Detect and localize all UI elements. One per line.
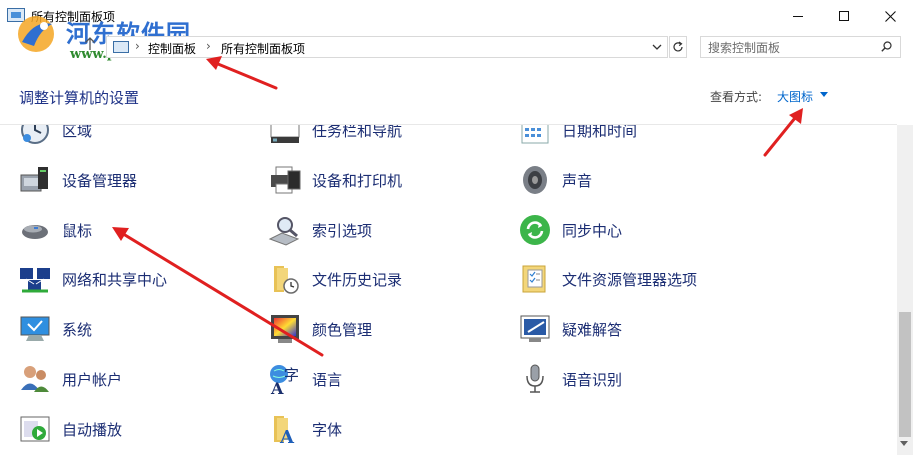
close-button[interactable]	[867, 0, 913, 32]
search-box[interactable]	[700, 36, 901, 58]
search-input[interactable]	[701, 38, 871, 58]
scrollbar-thumb[interactable]	[899, 312, 911, 437]
system-icon	[20, 316, 50, 341]
item-troubleshooting[interactable]: 疑难解答	[518, 309, 622, 349]
item-date-time[interactable]: 日期和时间	[518, 125, 637, 150]
item-color-management[interactable]: 颜色管理	[268, 309, 372, 349]
up-button[interactable]	[84, 37, 96, 55]
item-file-history[interactable]: 文件历史记录	[268, 259, 402, 299]
control-panel-items: 区域 任务栏和导航 日期和时间 设备管理器 设备和打印机 声音 鼠标 索引选项 …	[0, 125, 897, 455]
item-fonts[interactable]: A 字体	[268, 409, 342, 449]
minimize-button[interactable]	[775, 0, 821, 32]
breadcrumb-all-items[interactable]: 所有控制面板项	[221, 40, 305, 57]
user-accounts-icon	[21, 366, 49, 392]
speaker-icon	[523, 166, 547, 194]
scroll-down-icon[interactable]	[900, 441, 908, 446]
item-autoplay[interactable]: 自动播放	[18, 409, 122, 449]
printer-icon	[271, 166, 301, 194]
taskbar-icon	[270, 125, 300, 143]
annotation-arrowhead-view	[789, 108, 803, 124]
minimize-icon	[793, 15, 803, 17]
view-by-dropdown[interactable]: 大图标	[777, 88, 813, 105]
refresh-button[interactable]	[669, 36, 687, 58]
calendar-icon	[521, 125, 549, 144]
file-history-icon	[274, 266, 299, 294]
network-icon	[20, 268, 50, 293]
item-network-sharing[interactable]: 网络和共享中心	[18, 259, 167, 299]
language-icon: A字	[270, 365, 299, 396]
up-arrow-icon	[85, 37, 95, 50]
device-manager-icon	[20, 167, 48, 192]
item-language[interactable]: A字 语言	[268, 359, 342, 399]
breadcrumb-control-panel[interactable]: 控制面板	[148, 40, 196, 57]
svg-text:字: 字	[284, 366, 299, 384]
annotation-arrow-address	[216, 62, 278, 90]
item-sound[interactable]: 声音	[518, 160, 592, 200]
item-sync-center[interactable]: 同步中心	[518, 210, 622, 250]
caret-down-icon[interactable]	[820, 92, 828, 97]
item-devices-printers[interactable]: 设备和打印机	[268, 160, 402, 200]
item-taskbar-navigation[interactable]: 任务栏和导航	[268, 125, 402, 150]
address-bar[interactable]: › 控制面板 › 所有控制面板项	[106, 36, 668, 58]
chevron-down-icon[interactable]	[652, 43, 662, 51]
close-icon	[884, 10, 896, 22]
troubleshooting-icon	[520, 315, 550, 342]
item-device-manager[interactable]: 设备管理器	[18, 160, 137, 200]
page-title: 调整计算机的设置	[19, 89, 140, 107]
color-management-icon	[271, 315, 299, 343]
svg-text:A: A	[270, 379, 284, 396]
indexing-icon	[268, 217, 300, 246]
mouse-icon	[22, 225, 48, 239]
autoplay-icon	[20, 416, 50, 442]
folder-options-icon	[522, 265, 546, 293]
item-explorer-options[interactable]: 文件资源管理器选项	[518, 259, 697, 299]
svg-text:A: A	[279, 427, 295, 446]
maximize-icon	[839, 11, 849, 21]
view-by-label: 查看方式:	[710, 90, 763, 104]
item-user-accounts[interactable]: 用户帐户	[18, 359, 122, 399]
item-speech-recognition[interactable]: 语音识别	[518, 359, 622, 399]
maximize-button[interactable]	[821, 0, 867, 32]
control-panel-icon	[113, 41, 129, 53]
fonts-icon: A	[274, 416, 295, 446]
watermark-logo	[18, 16, 54, 52]
breadcrumb-separator: ›	[135, 39, 140, 53]
item-indexing-options[interactable]: 索引选项	[268, 210, 372, 250]
microphone-icon	[526, 364, 544, 393]
item-mouse[interactable]: 鼠标	[18, 210, 92, 250]
region-clock-icon	[21, 125, 49, 144]
item-system[interactable]: 系统	[18, 309, 92, 349]
annotation-arrowhead-address	[206, 56, 222, 70]
refresh-icon	[673, 41, 683, 52]
sync-icon	[520, 215, 550, 245]
item-region[interactable]: 区域	[18, 125, 92, 150]
search-icon[interactable]	[881, 41, 892, 52]
breadcrumb-separator: ›	[206, 39, 211, 53]
